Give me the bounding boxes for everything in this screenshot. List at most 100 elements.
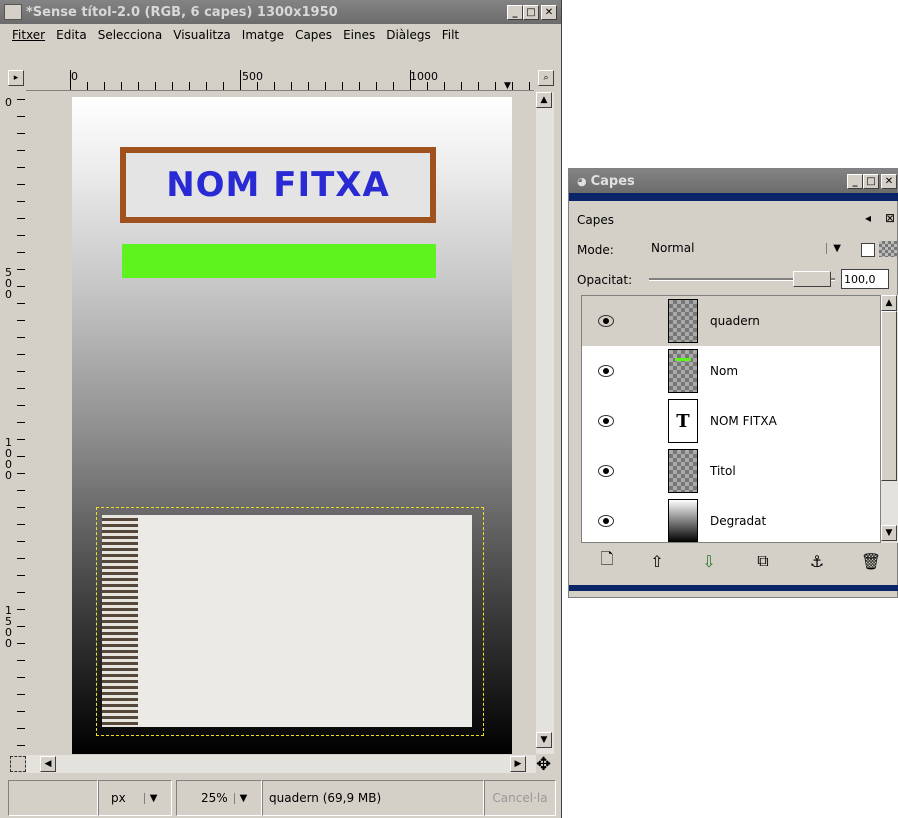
scroll-right-button[interactable]: ▶ — [510, 756, 526, 772]
layer-row-nom-fitxa[interactable]: T NOM FITXA — [582, 396, 880, 446]
menu-edita[interactable]: Edita — [56, 28, 87, 42]
delete-layer-button[interactable]: 🗑 — [847, 545, 895, 577]
visibility-eye-icon[interactable] — [598, 465, 614, 477]
visibility-eye-icon[interactable] — [598, 415, 614, 427]
layer-scroll-down-button[interactable]: ▼ — [881, 525, 897, 541]
scroll-down-button[interactable]: ▼ — [536, 732, 552, 748]
ruler-tick — [17, 677, 25, 678]
keep-transparency-checkbox[interactable] — [861, 243, 875, 257]
layers-minimize-button[interactable]: _ — [847, 173, 863, 189]
layer-row-quadern[interactable]: quadern — [582, 296, 880, 346]
layer-list-scrollbar[interactable]: ▲ ▼ — [881, 295, 898, 543]
mode-dropdown-chevron-icon[interactable]: ▼ — [826, 242, 841, 254]
lower-layer-button[interactable]: ⇩ — [685, 545, 733, 577]
anchor-layer-button[interactable]: ⚓ — [793, 545, 841, 577]
visibility-eye-icon[interactable] — [598, 365, 614, 377]
menu-filtres[interactable]: Filt — [442, 28, 459, 42]
duplicate-layer-button[interactable]: ⧉ — [739, 545, 787, 577]
layer-scroll-thumb[interactable] — [881, 311, 897, 481]
ruler-tick — [393, 82, 394, 90]
unit-value: px — [111, 791, 126, 805]
layer-row-nom[interactable]: Nom — [582, 346, 880, 396]
layer-row-degradat[interactable]: Degradat — [582, 496, 880, 542]
gimp-wilber-icon: ◕ — [577, 174, 587, 188]
image-canvas[interactable]: NOM FITXA — [72, 97, 512, 754]
transparency-icon — [879, 241, 897, 257]
layers-maximize-button[interactable]: □ — [863, 173, 879, 189]
ruler-tick — [308, 82, 309, 90]
layer-row-titol[interactable]: Titol — [582, 446, 880, 496]
ruler-tick — [257, 82, 258, 90]
configure-tab-icon[interactable]: ◂ — [865, 211, 871, 225]
layer-thumbnail-green-bar — [668, 349, 698, 393]
zoom-fit-button[interactable]: ⌕ — [538, 70, 554, 86]
ruler-tick — [17, 711, 25, 712]
cancel-button[interactable]: Cancel·la — [484, 780, 556, 816]
ruler-tick — [427, 82, 428, 90]
visibility-eye-icon[interactable] — [598, 315, 614, 327]
ruler-tick — [17, 694, 25, 695]
layer-thumbnail-notebook — [668, 299, 698, 343]
menu-capes[interactable]: Capes — [295, 28, 332, 42]
close-button[interactable]: ✕ — [541, 4, 557, 20]
ruler-tick — [17, 337, 25, 338]
ruler-tick — [17, 507, 25, 508]
menu-eines[interactable]: Eines — [343, 28, 375, 42]
quick-mask-icon[interactable] — [10, 756, 26, 772]
ruler-tick — [512, 82, 513, 90]
ruler-tick — [17, 218, 25, 219]
gimp-window-icon — [4, 4, 22, 20]
menu-dialegs[interactable]: Diàlegs — [386, 28, 431, 42]
visibility-eye-icon[interactable] — [598, 515, 614, 527]
vertical-ruler[interactable]: 0 5 0 0 1 0 0 0 1 5 0 0 — [5, 95, 25, 755]
image-window-titlebar[interactable]: *Sense títol-2.0 (RGB, 6 capes) 1300x195… — [0, 0, 561, 24]
pointer-coordinates — [8, 780, 98, 816]
mode-dropdown[interactable]: Normal ▼ — [641, 237, 841, 259]
ruler-tick — [70, 70, 71, 90]
horizontal-ruler[interactable]: 0 500 1000 ▼ — [26, 70, 534, 91]
ruler-tick — [478, 82, 479, 90]
menu-fitxer[interactable]: Fitxer — [12, 28, 45, 42]
text-layer-icon: T — [668, 399, 698, 443]
ruler-tick — [87, 82, 88, 90]
maximize-button[interactable]: □ — [523, 4, 539, 20]
zoom-selector[interactable]: 25% ▼ — [176, 780, 262, 816]
minimize-button[interactable]: _ — [507, 4, 523, 20]
delete-layer-icon: 🗑 — [860, 551, 882, 571]
menu-imatge[interactable]: Imatge — [242, 28, 284, 42]
menu-selecciona[interactable]: Selecciona — [98, 28, 163, 42]
ruler-tick — [17, 660, 25, 661]
ruler-tick — [17, 439, 25, 440]
opacity-label: Opacitat: — [577, 273, 633, 287]
vruler-label-500: 5 0 0 — [5, 266, 12, 301]
ruler-tick — [376, 82, 377, 90]
ruler-label-1000: 1000 — [410, 70, 438, 83]
opacity-input[interactable]: 100,0 — [841, 269, 889, 289]
ruler-tick — [17, 745, 25, 746]
ruler-tick — [17, 405, 25, 406]
zoom-dropdown-chevron-icon[interactable]: ▼ — [233, 792, 247, 804]
scroll-left-button[interactable]: ◀ — [40, 756, 56, 772]
menu-visualitza[interactable]: Visualitza — [173, 28, 231, 42]
new-layer-button[interactable]: 🗋 — [583, 545, 631, 577]
unit-dropdown-chevron-icon[interactable]: ▼ — [143, 792, 157, 804]
notebook-image — [102, 515, 472, 727]
raise-layer-button[interactable]: ⇧ — [633, 545, 681, 577]
horizontal-scrollbar[interactable]: ◀ ▶ — [26, 755, 536, 773]
title-frame: NOM FITXA — [120, 147, 436, 223]
unit-selector[interactable]: px ▼ — [98, 780, 172, 816]
ruler-tick — [17, 473, 25, 474]
layer-name: quadern — [710, 314, 760, 328]
close-tab-icon[interactable]: ⊠ — [885, 211, 895, 225]
opacity-slider-handle[interactable] — [793, 271, 831, 287]
navigate-icon[interactable]: ✥ — [536, 754, 551, 775]
ruler-tick — [240, 70, 241, 90]
vertical-scrollbar[interactable]: ▲ ▼ — [536, 92, 554, 754]
ruler-tick — [17, 592, 25, 593]
anchor-layer-icon: ⚓ — [809, 551, 825, 571]
layers-close-button[interactable]: ✕ — [881, 173, 897, 189]
scroll-up-button[interactable]: ▲ — [536, 92, 552, 108]
layers-dialog-titlebar[interactable]: ◕ Capes _ □ ✕ — [569, 169, 897, 193]
layer-scroll-up-button[interactable]: ▲ — [881, 295, 897, 311]
image-menu-arrow-button[interactable]: ▸ — [8, 70, 24, 86]
